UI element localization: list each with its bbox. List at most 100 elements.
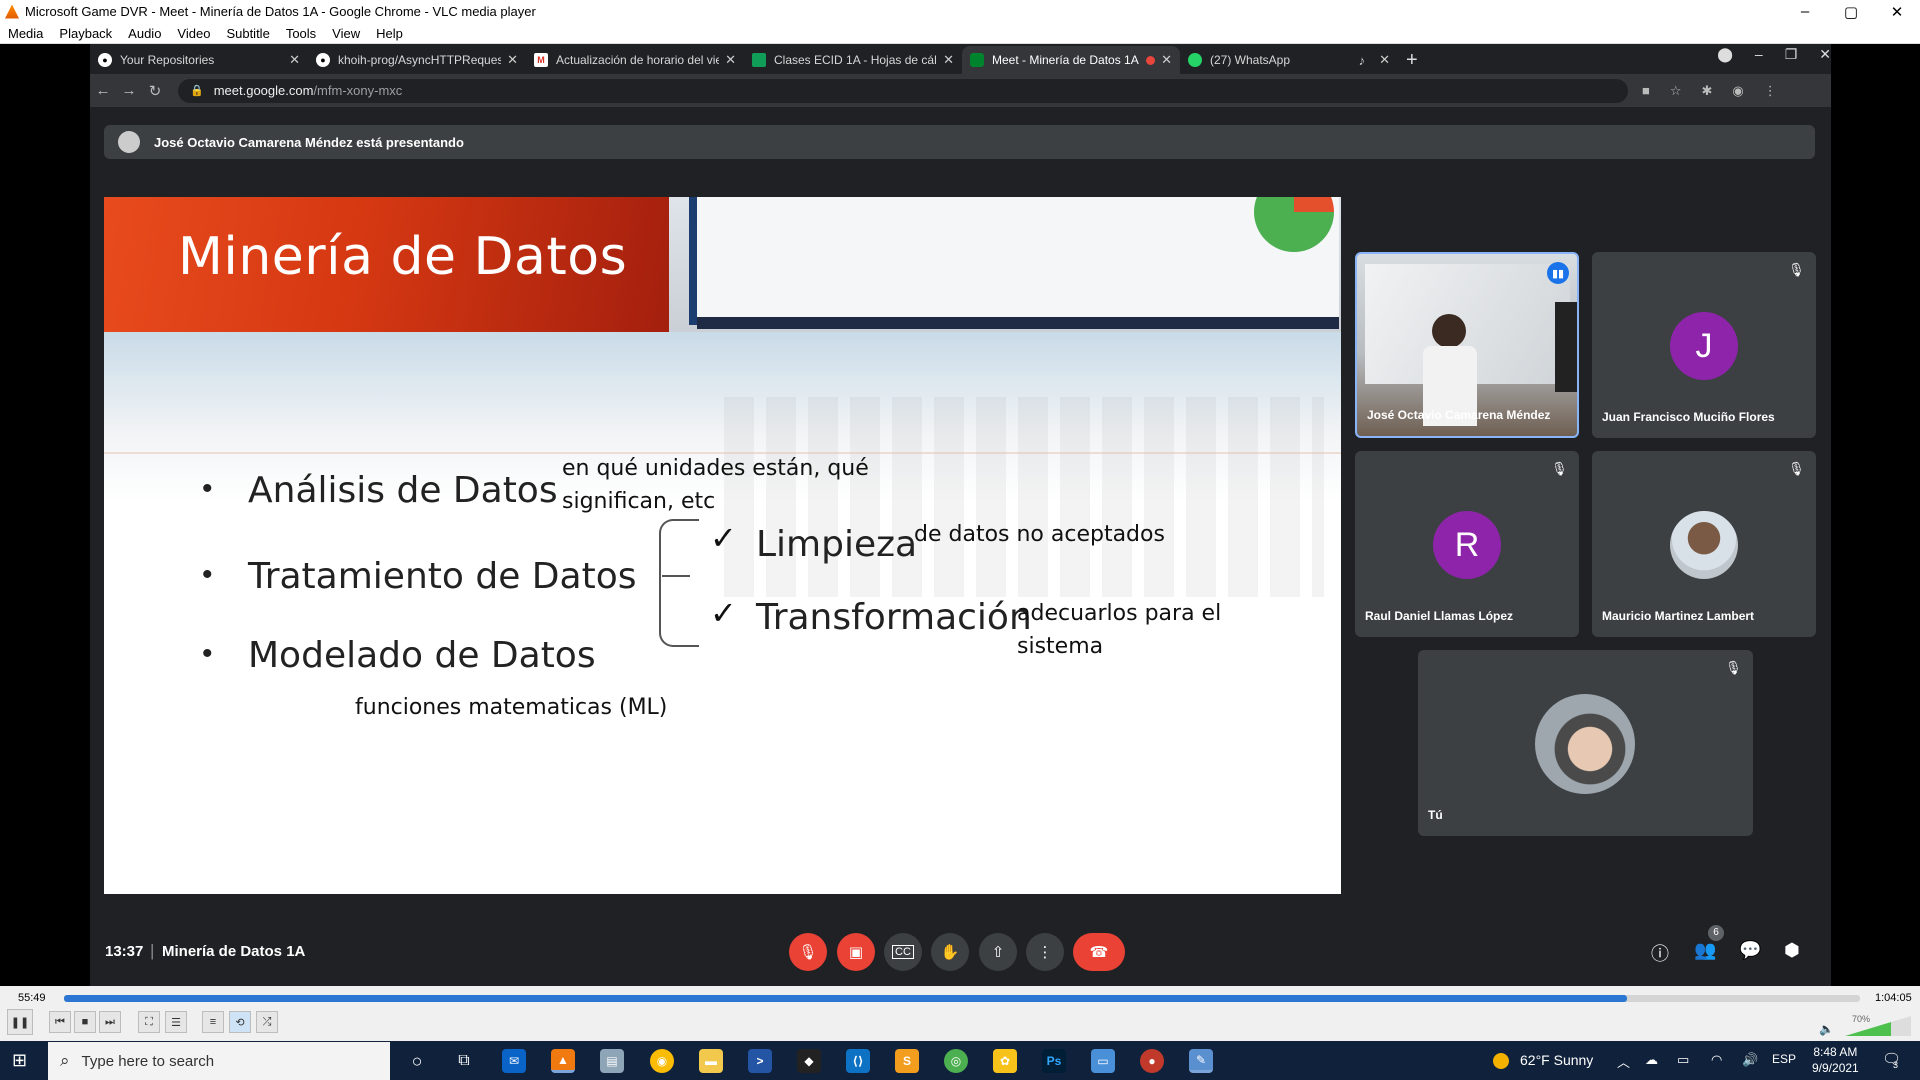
cortana-icon[interactable]: ○ (405, 1049, 429, 1073)
present-button[interactable]: ⇧ (979, 933, 1017, 971)
powershell-icon[interactable]: > (748, 1049, 772, 1073)
chrome-profile-icon[interactable]: ⬤ (1717, 46, 1733, 63)
end-call-button[interactable]: ☎ (1073, 933, 1125, 971)
battery-icon[interactable]: ▭ (1677, 1052, 1689, 1068)
participant-tile-raul[interactable]: 🎙 R Raul Daniel Llamas López (1355, 451, 1579, 637)
tab-async-http[interactable]: ● khoih-prog/AsyncHTTPRequest_ ✕ (308, 46, 526, 74)
photoshop-icon[interactable]: Ps (1042, 1049, 1066, 1073)
raise-hand-button[interactable]: ✋ (931, 933, 969, 971)
wifi-icon[interactable]: ◠ (1711, 1052, 1722, 1068)
taskbar-search-box[interactable]: ⌕ Type here to search (48, 1042, 390, 1080)
check-icon: ✓ (710, 595, 737, 631)
mail-icon[interactable]: ✉ (502, 1049, 526, 1073)
menu-video[interactable]: Video (169, 26, 218, 41)
url-field[interactable]: 🔒 meet.google.com /mfm-xony-mxc (178, 78, 1628, 103)
tab-meet[interactable]: Meet - Minería de Datos 1A ✕ (962, 46, 1180, 74)
speaker-icon[interactable]: 🔈 (1819, 1022, 1834, 1036)
chat-icon[interactable]: 💬 (1739, 940, 1761, 961)
weather-text[interactable]: 62°F Sunny (1520, 1052, 1593, 1068)
back-icon[interactable]: ← (90, 82, 116, 99)
minimize-button[interactable]: – (1782, 3, 1828, 21)
notifications-icon[interactable]: 🗨 (1882, 1050, 1901, 1068)
task-view-icon[interactable]: ⧉ (452, 1049, 476, 1073)
tray-chevron-icon[interactable]: ︿ (1617, 1052, 1630, 1071)
tab-close-icon[interactable]: ✕ (507, 52, 518, 68)
pause-button[interactable]: ❚❚ (7, 1009, 33, 1035)
previous-button[interactable]: ⏮ (49, 1011, 71, 1033)
bookmark-star-icon[interactable]: ☆ (1670, 83, 1682, 99)
meeting-info-icon[interactable]: ⓘ (1651, 940, 1669, 966)
mic-off-icon: 🎙 (1788, 262, 1805, 277)
close-button[interactable]: ✕ (1874, 3, 1920, 21)
participant-tile-juan[interactable]: 🎙 J Juan Francisco Muciño Flores (1592, 252, 1816, 438)
file-explorer-icon[interactable]: ▬ (699, 1049, 723, 1073)
git-icon[interactable]: ◆ (797, 1049, 821, 1073)
chrome-close-button[interactable]: ✕ (1819, 46, 1831, 63)
stop-button[interactable]: ■ (74, 1011, 96, 1033)
tab-label: Your Repositories (120, 53, 215, 67)
volume-icon[interactable]: 🔊 (1742, 1052, 1758, 1068)
app-yellow-icon[interactable]: ✿ (993, 1049, 1017, 1073)
tab-close-icon[interactable]: ✕ (1379, 52, 1390, 68)
app-blue-icon[interactable]: ▭ (1091, 1049, 1115, 1073)
note-transformacion-line1: adecuarlos para el (1017, 601, 1222, 626)
tab-close-icon[interactable]: ✕ (725, 52, 736, 68)
maximize-button[interactable]: ▢ (1828, 3, 1874, 21)
menu-tools[interactable]: Tools (278, 26, 324, 41)
app-red-icon[interactable]: ● (1140, 1049, 1164, 1073)
tray-clock[interactable]: 8:48 AM 9/9/2021 (1812, 1044, 1859, 1076)
tab-whatsapp[interactable]: (27) WhatsApp ♪ ✕ (1180, 46, 1398, 74)
extended-settings-button[interactable]: ☰ (165, 1011, 187, 1033)
new-tab-button[interactable]: + (1406, 46, 1418, 74)
camera-icon[interactable]: ■ (1642, 83, 1650, 99)
language-indicator[interactable]: ESP (1772, 1052, 1796, 1066)
vscode-icon[interactable]: ⟨⟩ (846, 1049, 870, 1073)
tab-gmail[interactable]: M Actualización de horario del vier ✕ (526, 46, 744, 74)
chrome-taskbar-icon[interactable]: ◉ (650, 1049, 674, 1073)
profile-avatar-icon[interactable]: ◉ (1732, 83, 1743, 99)
hang-up-icon: ☎ (1089, 944, 1109, 961)
mic-off-button[interactable]: 🎙 (789, 933, 827, 971)
mute-tab-icon[interactable]: ♪ (1359, 53, 1366, 68)
vlc-taskbar-icon[interactable]: ▲ (551, 1049, 575, 1073)
reload-icon[interactable]: ↻ (142, 82, 168, 100)
app-green-icon[interactable]: ◎ (944, 1049, 968, 1073)
tab-close-icon[interactable]: ✕ (289, 52, 300, 68)
menu-help[interactable]: Help (368, 26, 411, 41)
next-button[interactable]: ⏭ (99, 1011, 121, 1033)
chrome-restore-button[interactable]: ❐ (1785, 46, 1798, 63)
forward-icon[interactable]: → (116, 82, 142, 99)
clock-date: 9/9/2021 (1812, 1061, 1859, 1075)
tab-close-icon[interactable]: ✕ (1161, 52, 1172, 68)
speaking-indicator-icon: ▮▮ (1547, 262, 1569, 284)
more-options-button[interactable]: ⋮ (1026, 933, 1064, 971)
menu-media[interactable]: Media (0, 26, 51, 41)
participant-tile-you[interactable]: 🎙 Tú (1418, 650, 1753, 836)
loop-button[interactable]: ⟲ (229, 1011, 251, 1033)
menu-playback[interactable]: Playback (51, 26, 120, 41)
chrome-tab-bar: ● Your Repositories ✕ ● khoih-prog/Async… (90, 44, 1831, 74)
tab-sheets[interactable]: Clases ECID 1A - Hojas de cálcul ✕ (744, 46, 962, 74)
fullscreen-button[interactable]: ⛶ (138, 1011, 160, 1033)
captions-button[interactable]: CC (884, 933, 922, 971)
sublime-icon[interactable]: S (895, 1049, 919, 1073)
chrome-menu-icon[interactable]: ⋮ (1764, 83, 1777, 99)
playlist-button[interactable]: ≡ (202, 1011, 224, 1033)
tab-close-icon[interactable]: ✕ (943, 52, 954, 68)
menu-view[interactable]: View (324, 26, 368, 41)
camera-off-button[interactable]: ▣ (837, 933, 875, 971)
participant-tile-mauricio[interactable]: 🎙 Mauricio Martinez Lambert (1592, 451, 1816, 637)
onedrive-icon[interactable]: ☁ (1645, 1052, 1658, 1068)
app-active-icon[interactable]: ✎ (1189, 1049, 1213, 1073)
chrome-minimize-button[interactable]: – (1755, 46, 1763, 63)
app-icon[interactable]: ▤ (600, 1049, 624, 1073)
shuffle-button[interactable]: ⤮ (256, 1011, 278, 1033)
tab-your-repositories[interactable]: ● Your Repositories ✕ (90, 46, 308, 74)
menu-subtitle[interactable]: Subtitle (218, 26, 277, 41)
people-icon[interactable]: 👥 (1694, 940, 1716, 961)
participant-tile-jose[interactable]: ▮▮ José Octavio Camarena Méndez (1355, 252, 1579, 438)
menu-audio[interactable]: Audio (120, 26, 169, 41)
extensions-icon[interactable]: ✱ (1702, 83, 1713, 99)
activities-icon[interactable]: ⬢ (1784, 940, 1800, 961)
windows-start-icon[interactable]: ⊞ (12, 1050, 27, 1071)
